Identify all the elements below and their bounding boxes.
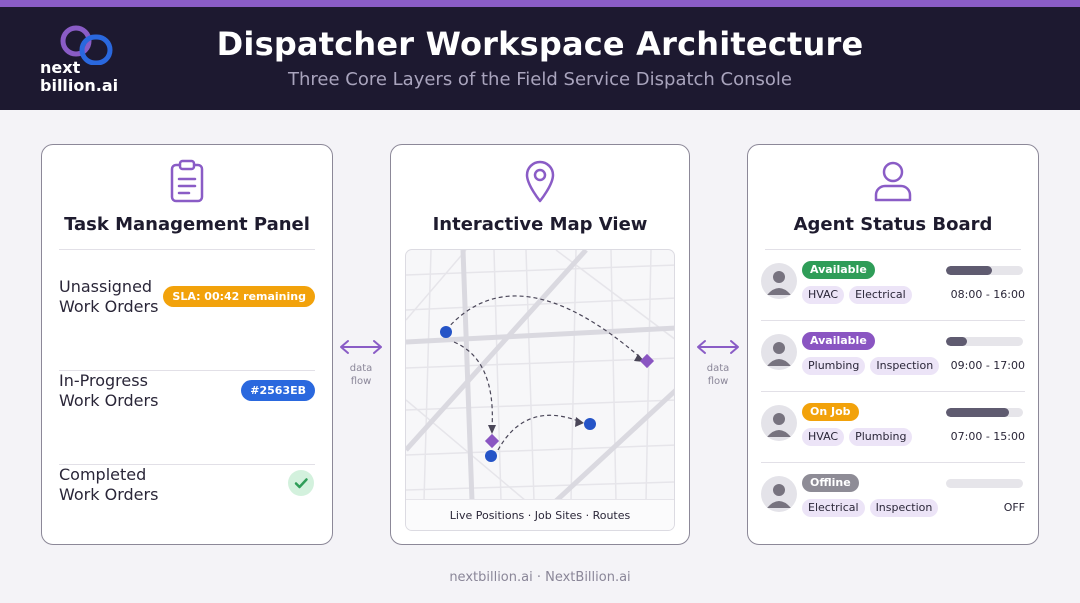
skill-chips: HVAC Plumbing xyxy=(802,428,913,446)
status-badge: Available xyxy=(802,261,875,279)
page-title: Dispatcher Workspace Architecture xyxy=(216,25,864,63)
sla-badge: SLA: 00:42 remaining xyxy=(163,286,315,307)
shift-hours: 08:00 - 16:00 xyxy=(950,288,1025,301)
skill-chip: HVAC xyxy=(802,286,845,304)
agent-row[interactable]: On Job HVAC Plumbing 07:00 - 15:00 xyxy=(761,392,1025,463)
status-badge: On Job xyxy=(802,403,859,421)
skill-chips: HVAC Electrical xyxy=(802,286,912,304)
shift-hours: 07:00 - 15:00 xyxy=(950,430,1025,443)
skill-chip: Plumbing xyxy=(802,357,866,375)
agent-position-marker xyxy=(485,450,497,462)
skill-chip: Inspection xyxy=(870,357,940,375)
double-arrow-icon xyxy=(340,340,382,354)
flow-label: data flow xyxy=(349,363,373,387)
person-icon xyxy=(873,159,913,207)
check-icon xyxy=(288,470,314,496)
agent-position-marker xyxy=(584,418,596,430)
avatar xyxy=(761,476,797,512)
data-flow-connector-left: data flow xyxy=(337,338,385,388)
workload-bar xyxy=(946,479,1023,488)
job-site-marker xyxy=(639,353,655,369)
agent-row[interactable]: Available Plumbing Inspection 09:00 - 17… xyxy=(761,321,1025,392)
task-row-completed[interactable]: Completed Work Orders xyxy=(59,465,315,525)
workload-bar xyxy=(946,266,1023,275)
header-banner: next billion.ai Dispatcher Workspace Arc… xyxy=(0,7,1080,110)
workload-bar xyxy=(946,408,1023,417)
workload-bar-fill xyxy=(946,337,967,346)
clipboard-icon xyxy=(169,159,205,207)
workload-bar-fill xyxy=(946,408,1010,417)
avatar xyxy=(761,263,797,299)
skill-chip: Electrical xyxy=(849,286,912,304)
map-panel-title: Interactive Map View xyxy=(432,214,648,235)
task-management-panel: Task Management Panel Unassigned Work Or… xyxy=(41,144,333,545)
workload-bar-fill xyxy=(946,266,993,275)
map-canvas[interactable]: Live Positions · Job Sites · Routes xyxy=(405,249,675,531)
page-subtitle: Three Core Layers of the Field Service D… xyxy=(287,69,793,90)
shift-hours: 09:00 - 17:00 xyxy=(950,359,1025,372)
job-site-marker xyxy=(484,433,500,449)
shift-hours: OFF xyxy=(1003,501,1025,514)
interactive-map-panel: Interactive Map View Live Positions · Jo… xyxy=(390,144,690,545)
agent-row[interactable]: Offline Electrical Inspection OFF xyxy=(761,463,1025,534)
street-map xyxy=(406,250,674,503)
task-row-label: In-Progress Work Orders xyxy=(59,371,159,410)
skill-chip: Inspection xyxy=(869,499,939,517)
double-arrow-icon xyxy=(697,340,739,354)
task-row-in-progress[interactable]: In-Progress Work Orders #2563EB xyxy=(59,371,315,465)
data-flow-connector-right: data flow xyxy=(694,338,742,388)
divider xyxy=(59,249,315,250)
workload-bar xyxy=(946,337,1023,346)
avatar xyxy=(761,334,797,370)
color-badge: #2563EB xyxy=(241,380,315,401)
skill-chips: Plumbing Inspection xyxy=(802,357,940,375)
task-row-unassigned[interactable]: Unassigned Work Orders SLA: 00:42 remain… xyxy=(59,277,315,371)
footer-credit: nextbillion.ai · NextBillion.ai xyxy=(449,570,631,585)
task-row-label: Completed Work Orders xyxy=(59,465,159,504)
status-badge: Offline xyxy=(802,474,859,492)
avatar xyxy=(761,405,797,441)
skill-chip: Electrical xyxy=(802,499,865,517)
skill-chips: Electrical Inspection xyxy=(802,499,939,517)
agent-position-marker xyxy=(440,326,452,338)
flow-label: data flow xyxy=(706,363,730,387)
task-panel-title: Task Management Panel xyxy=(64,214,310,235)
agent-row[interactable]: Available HVAC Electrical 08:00 - 16:00 xyxy=(761,250,1025,321)
skill-chip: Plumbing xyxy=(849,428,913,446)
status-badge: Available xyxy=(802,332,875,350)
agent-status-board: Agent Status Board Available HVAC Electr… xyxy=(747,144,1039,545)
skill-chip: HVAC xyxy=(802,428,845,446)
map-pin-icon xyxy=(523,159,557,207)
top-accent-stripe xyxy=(0,0,1080,7)
map-caption: Live Positions · Job Sites · Routes xyxy=(406,499,674,530)
agent-board-title: Agent Status Board xyxy=(793,214,993,235)
